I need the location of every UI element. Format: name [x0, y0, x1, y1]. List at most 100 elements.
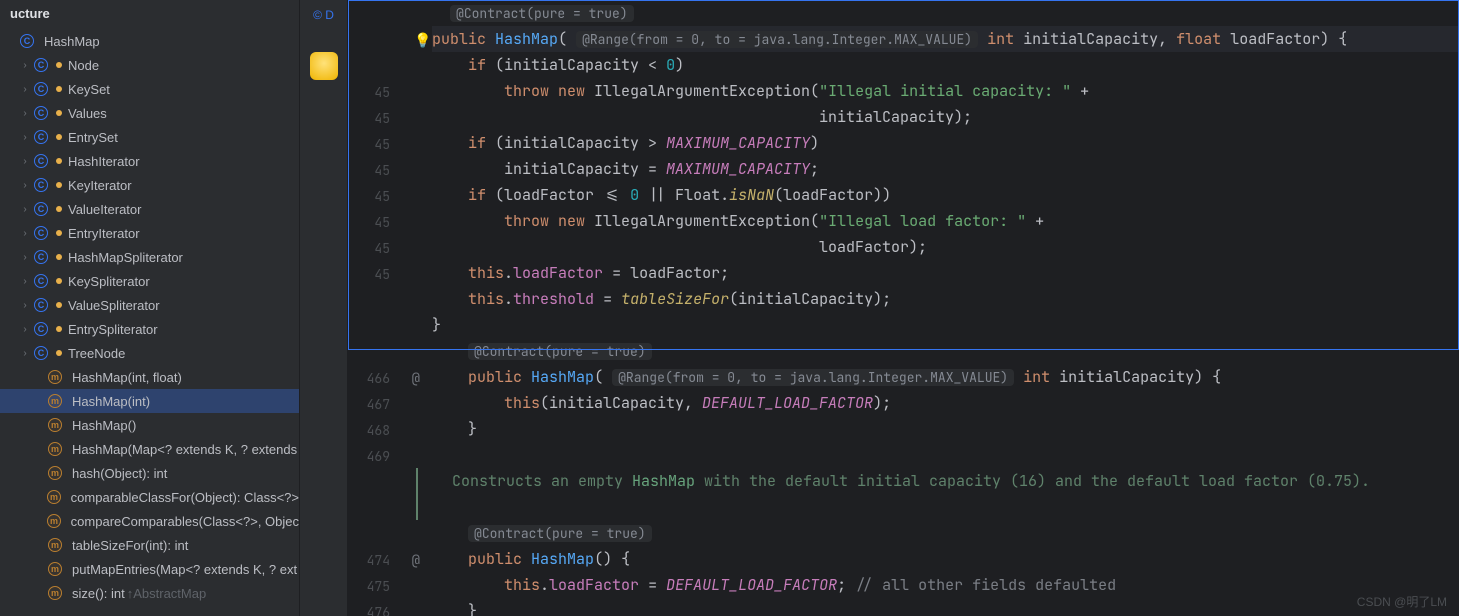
tree-item-label: size(): int [72, 586, 125, 601]
tree-item[interactable]: m putMapEntries(Map<? extends K, ? ext [0, 557, 299, 581]
visibility-dot-icon [56, 86, 62, 92]
line-number: 45 [348, 210, 404, 236]
method-icon: m [46, 562, 64, 576]
tree-item[interactable]: m hash(Object): int [0, 461, 299, 485]
class-icon: C [32, 130, 50, 144]
line-number [348, 314, 404, 340]
method-icon: m [46, 442, 64, 456]
tree-item-label: putMapEntries(Map<? extends K, ? ext [72, 562, 297, 577]
visibility-dot-icon [56, 158, 62, 164]
class-icon: C [32, 250, 50, 264]
chevron-right-icon[interactable]: › [18, 132, 32, 143]
tree-item-label: comparableClassFor(Object): Class<?> [71, 490, 299, 505]
tree-item[interactable]: ›CNode [0, 53, 299, 77]
tree-item-label: HashMap(int) [72, 394, 150, 409]
intention-bulb-icon[interactable] [310, 52, 338, 80]
tree-item-label: HashIterator [68, 154, 140, 169]
tree-item-label: EntryIterator [68, 226, 140, 241]
bulb-icon[interactable]: 💡 [414, 28, 431, 54]
tree-item-label: ValueIterator [68, 202, 141, 217]
chevron-right-icon[interactable]: › [18, 228, 32, 239]
visibility-dot-icon [56, 254, 62, 260]
tree-item[interactable]: ›C HashIterator [0, 149, 299, 173]
tree-item[interactable]: mHashMap() [0, 413, 299, 437]
visibility-dot-icon [56, 206, 62, 212]
tree-item-label: compareComparables(Class<?>, Objec [71, 514, 299, 529]
line-number: 475 [348, 574, 404, 600]
tree-item[interactable]: ›CEntryIterator [0, 221, 299, 245]
line-number: 474 [348, 548, 404, 574]
visibility-dot-icon [56, 62, 62, 68]
chevron-right-icon[interactable]: › [18, 276, 32, 287]
chevron-right-icon[interactable]: › [18, 252, 32, 263]
tree-item[interactable]: m size(): int ↑AbstractMap [0, 581, 299, 605]
line-number [348, 340, 404, 366]
tree-item[interactable]: ›C ValueIterator [0, 197, 299, 221]
visibility-dot-icon [56, 182, 62, 188]
visibility-dot-icon [56, 230, 62, 236]
chevron-right-icon[interactable]: › [18, 204, 32, 215]
visibility-dot-icon [56, 110, 62, 116]
tree-item-label: EntrySpliterator [68, 322, 158, 337]
structure-tree[interactable]: CHashMap›CNode›CKeySet›CValues›CEntrySet… [0, 27, 299, 616]
class-icon: C [32, 322, 50, 336]
tree-item-label: HashMap(int, float) [72, 370, 182, 385]
class-icon: C [32, 106, 50, 120]
line-number: 45 [348, 158, 404, 184]
method-icon: m [46, 538, 64, 552]
tree-item[interactable]: ›CTreeNode [0, 341, 299, 365]
visibility-dot-icon [56, 278, 62, 284]
tree-item[interactable]: ›CEntrySet [0, 125, 299, 149]
visibility-dot-icon [56, 302, 62, 308]
line-number: 466 [348, 366, 404, 392]
chevron-right-icon[interactable]: › [18, 300, 32, 311]
tree-item[interactable]: m compareComparables(Class<?>, Objec [0, 509, 299, 533]
tree-item[interactable]: ›C Values [0, 101, 299, 125]
tree-item-label: tableSizeFor(int): int [72, 538, 188, 553]
chevron-right-icon[interactable]: › [18, 324, 32, 335]
chevron-right-icon[interactable]: › [18, 108, 32, 119]
tree-item[interactable]: m tableSizeFor(int): int [0, 533, 299, 557]
tree-item[interactable]: ›CKeySet [0, 77, 299, 101]
tree-item-hint: ↑AbstractMap [127, 586, 206, 601]
tree-item[interactable]: ›C KeySpliterator [0, 269, 299, 293]
tree-item-label: KeySet [68, 82, 110, 97]
method-icon: m [46, 466, 64, 480]
gutter-actions: © D [300, 0, 348, 616]
chevron-right-icon[interactable]: › [18, 60, 32, 71]
tree-item-label: hash(Object): int [72, 466, 167, 481]
method-icon: m [45, 514, 63, 528]
editor[interactable]: 4545454545454545466467468469474475476 💡 … [348, 0, 1459, 616]
class-icon: C [32, 154, 50, 168]
tree-item[interactable]: mHashMap(Map<? extends K, ? extends [0, 437, 299, 461]
tree-item[interactable]: CHashMap [0, 29, 299, 53]
line-number [348, 288, 404, 314]
tree-item[interactable]: ›CValueSpliterator [0, 293, 299, 317]
tree-item[interactable]: ›C EntrySpliterator [0, 317, 299, 341]
visibility-dot-icon [56, 134, 62, 140]
chevron-right-icon[interactable]: › [18, 180, 32, 191]
tree-item-label: HashMapSpliterator [68, 250, 183, 265]
class-icon: C [32, 298, 50, 312]
tree-item-label: Values [68, 106, 107, 121]
class-icon: C [32, 274, 50, 288]
inlay-contract-2: @Contract(pure = true) [468, 343, 652, 360]
tree-item[interactable]: mcomparableClassFor(Object): Class<?> [0, 485, 299, 509]
tree-item-label: KeySpliterator [68, 274, 150, 289]
tree-item[interactable]: mHashMap(int) [0, 389, 299, 413]
line-number: 45 [348, 80, 404, 106]
chevron-right-icon[interactable]: › [18, 348, 32, 359]
tree-item[interactable]: ›C HashMapSpliterator [0, 245, 299, 269]
doc-bar [416, 468, 418, 520]
line-number [348, 522, 404, 548]
line-number [348, 470, 404, 496]
tree-item[interactable]: ›CKeyIterator [0, 173, 299, 197]
chevron-right-icon[interactable]: › [18, 156, 32, 167]
chevron-right-icon[interactable]: › [18, 84, 32, 95]
inlay-range: @Range(from = 0, to = java.lang.Integer.… [576, 31, 978, 48]
tree-item[interactable]: mHashMap(int, float) [0, 365, 299, 389]
class-icon: C [32, 202, 50, 216]
inlay-contract-3: @Contract(pure = true) [468, 525, 652, 542]
code-area[interactable]: 💡 @Contract(pure = true) public HashMap(… [404, 0, 1459, 616]
method-icon: m [46, 586, 64, 600]
